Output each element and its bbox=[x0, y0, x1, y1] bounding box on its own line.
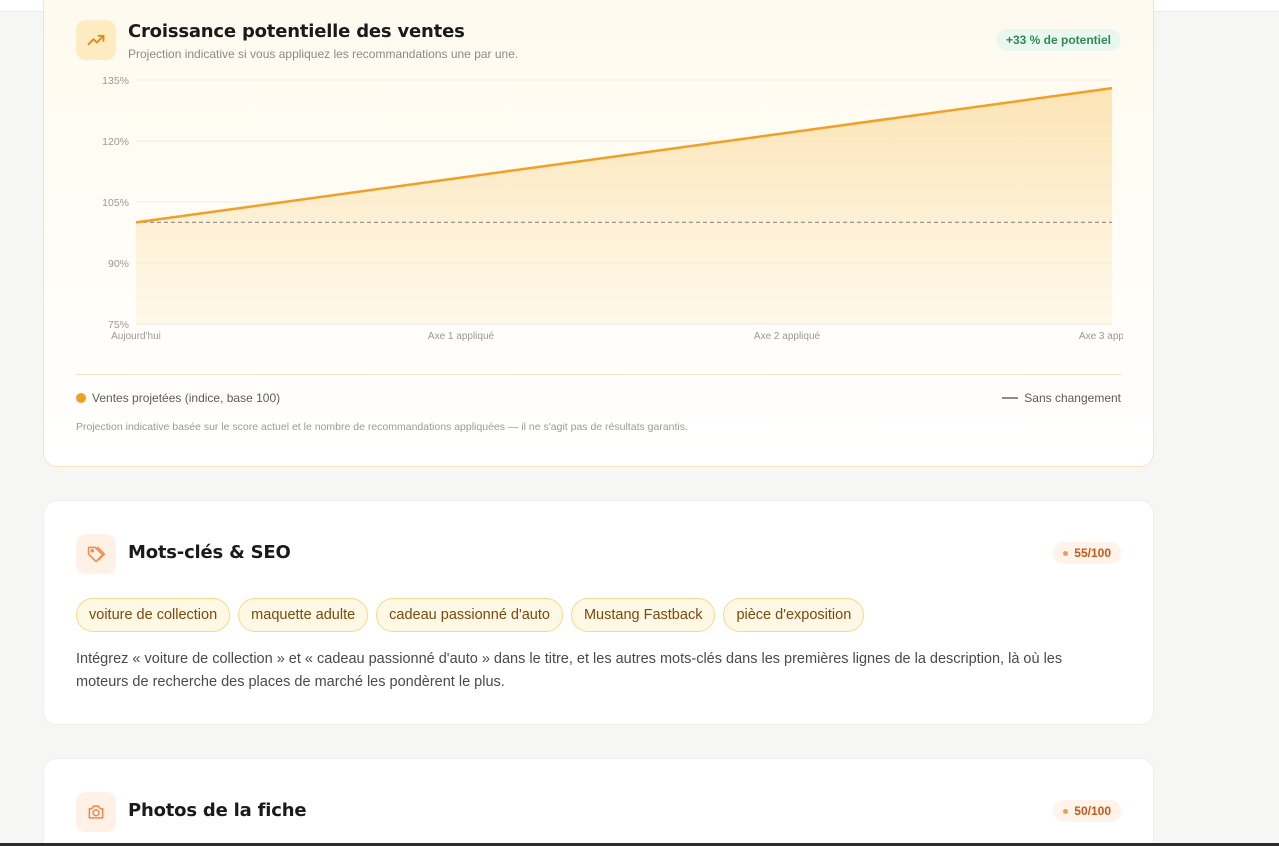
growth-card: Croissance potentielle des ventes Projec… bbox=[43, 0, 1154, 467]
photos-card: Photos de la fiche 50/100 bbox=[43, 758, 1154, 846]
legend-divider bbox=[76, 374, 1121, 375]
x-tick-label: Axe 1 appliqué bbox=[428, 331, 495, 342]
x-tick-label: Aujourd'hui bbox=[111, 331, 161, 342]
photos-title: Photos de la fiche bbox=[128, 800, 307, 821]
y-tick-label: 75% bbox=[108, 319, 129, 331]
keyword-tag[interactable]: pièce d'exposition bbox=[723, 598, 865, 632]
tag-icon bbox=[76, 534, 116, 574]
y-tick-label: 90% bbox=[108, 258, 129, 270]
keyword-tag[interactable]: Mustang Fastback bbox=[570, 598, 716, 632]
y-tick-label: 120% bbox=[102, 136, 129, 148]
legend-baseline: Sans changement bbox=[1002, 391, 1121, 405]
x-tick-label: Axe 3 appliqué bbox=[1079, 331, 1146, 342]
keyword-tag[interactable]: maquette adulte bbox=[238, 598, 369, 632]
legend-projected-label: Ventes projetées (indice, base 100) bbox=[92, 391, 281, 405]
x-tick-label: Axe 2 appliqué bbox=[754, 331, 821, 342]
photos-score: 50/100 bbox=[1074, 804, 1111, 818]
legend-baseline-label: Sans changement bbox=[1024, 391, 1121, 405]
projected-area bbox=[136, 88, 1112, 324]
seo-score-badge: 55/100 bbox=[1053, 542, 1121, 564]
keyword-tag[interactable]: cadeau passionné d'auto bbox=[376, 598, 563, 632]
keyword-tag[interactable]: voiture de collection bbox=[76, 598, 231, 632]
seo-card: Mots-clés & SEO 55/100 voiture de collec… bbox=[43, 500, 1154, 725]
photos-score-badge: 50/100 bbox=[1053, 800, 1121, 822]
y-tick-label: 135% bbox=[102, 75, 129, 87]
keyword-tags: voiture de collection maquette adulte ca… bbox=[76, 598, 865, 632]
photos-score-dot bbox=[1063, 808, 1069, 814]
seo-description: Intégrez « voiture de collection » et « … bbox=[76, 651, 1063, 690]
seo-title: Mots-clés & SEO bbox=[128, 542, 291, 563]
seo-score-dot bbox=[1063, 550, 1069, 556]
y-tick-label: 105% bbox=[102, 197, 129, 209]
sales-growth-chart: 75% 90% 105% 120% 135% Aujourd'hui Axe 1 appli… bbox=[102, 75, 1146, 342]
legend-projected: Ventes projetées (indice, base 100) bbox=[76, 391, 280, 405]
legend-baseline-swatch bbox=[1002, 397, 1019, 399]
seo-score: 55/100 bbox=[1074, 546, 1111, 560]
camera-icon bbox=[76, 792, 116, 832]
chart-footnote: Projection indicative basée sur le score… bbox=[76, 421, 688, 433]
legend-projected-swatch bbox=[76, 393, 86, 403]
